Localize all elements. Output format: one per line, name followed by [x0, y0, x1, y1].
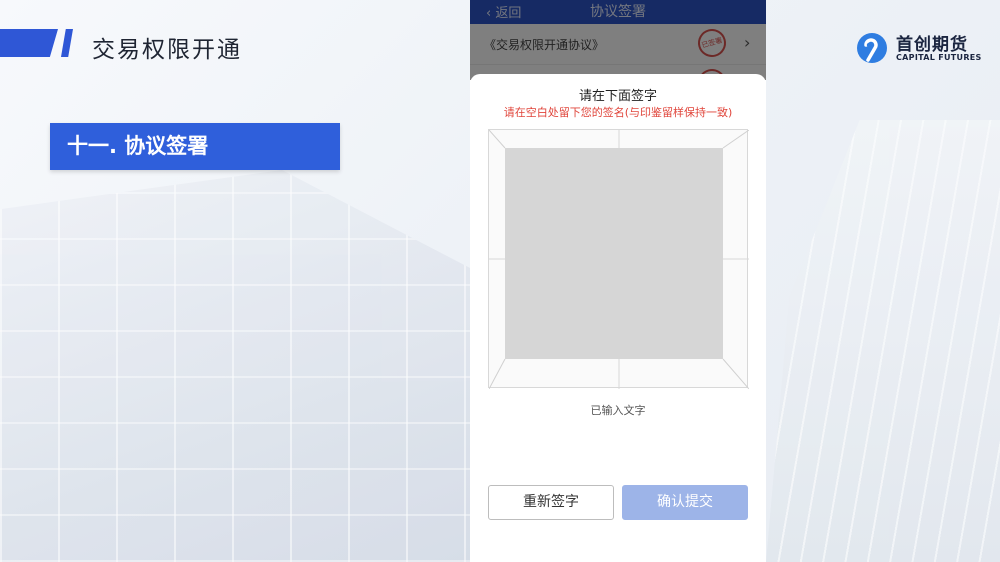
title-accent-bar	[0, 29, 58, 57]
modal-overlay	[470, 0, 766, 80]
sheet-title: 请在下面签字	[578, 89, 657, 104]
brand-logo: 首创期货 CAPITAL FUTURES	[856, 30, 986, 66]
signature-hint: 请在空白处留下您的签名(与印鉴留样保持一致)	[503, 106, 733, 119]
section-label: 十一. 协议签署	[50, 123, 340, 170]
capital-futures-logo-icon	[856, 32, 888, 64]
signature-pad-frame	[488, 129, 749, 389]
page-title: 交易权限开通	[92, 37, 242, 63]
signature-sheet: 请在下面签字 请在空白处留下您的签名(与印鉴留样保持一致) 已输入文字 重新签字…	[470, 74, 766, 562]
signature-canvas[interactable]	[505, 148, 723, 359]
brand-name-en: CAPITAL FUTURES	[896, 53, 982, 62]
brand-name-cn: 首创期货	[896, 35, 968, 55]
title-accent-stripe	[61, 29, 73, 57]
input-status-text: 已输入文字	[590, 404, 646, 417]
confirm-submit-button[interactable]: 确认提交	[622, 485, 748, 520]
background-building-right	[766, 120, 1000, 562]
background-building-left	[0, 170, 470, 562]
phone-screen: ‹ 返回 协议签署 《交易权限开通协议》 已签署 › 请在下面签字 请在空白处留…	[470, 0, 766, 562]
resign-button[interactable]: 重新签字	[488, 485, 614, 520]
